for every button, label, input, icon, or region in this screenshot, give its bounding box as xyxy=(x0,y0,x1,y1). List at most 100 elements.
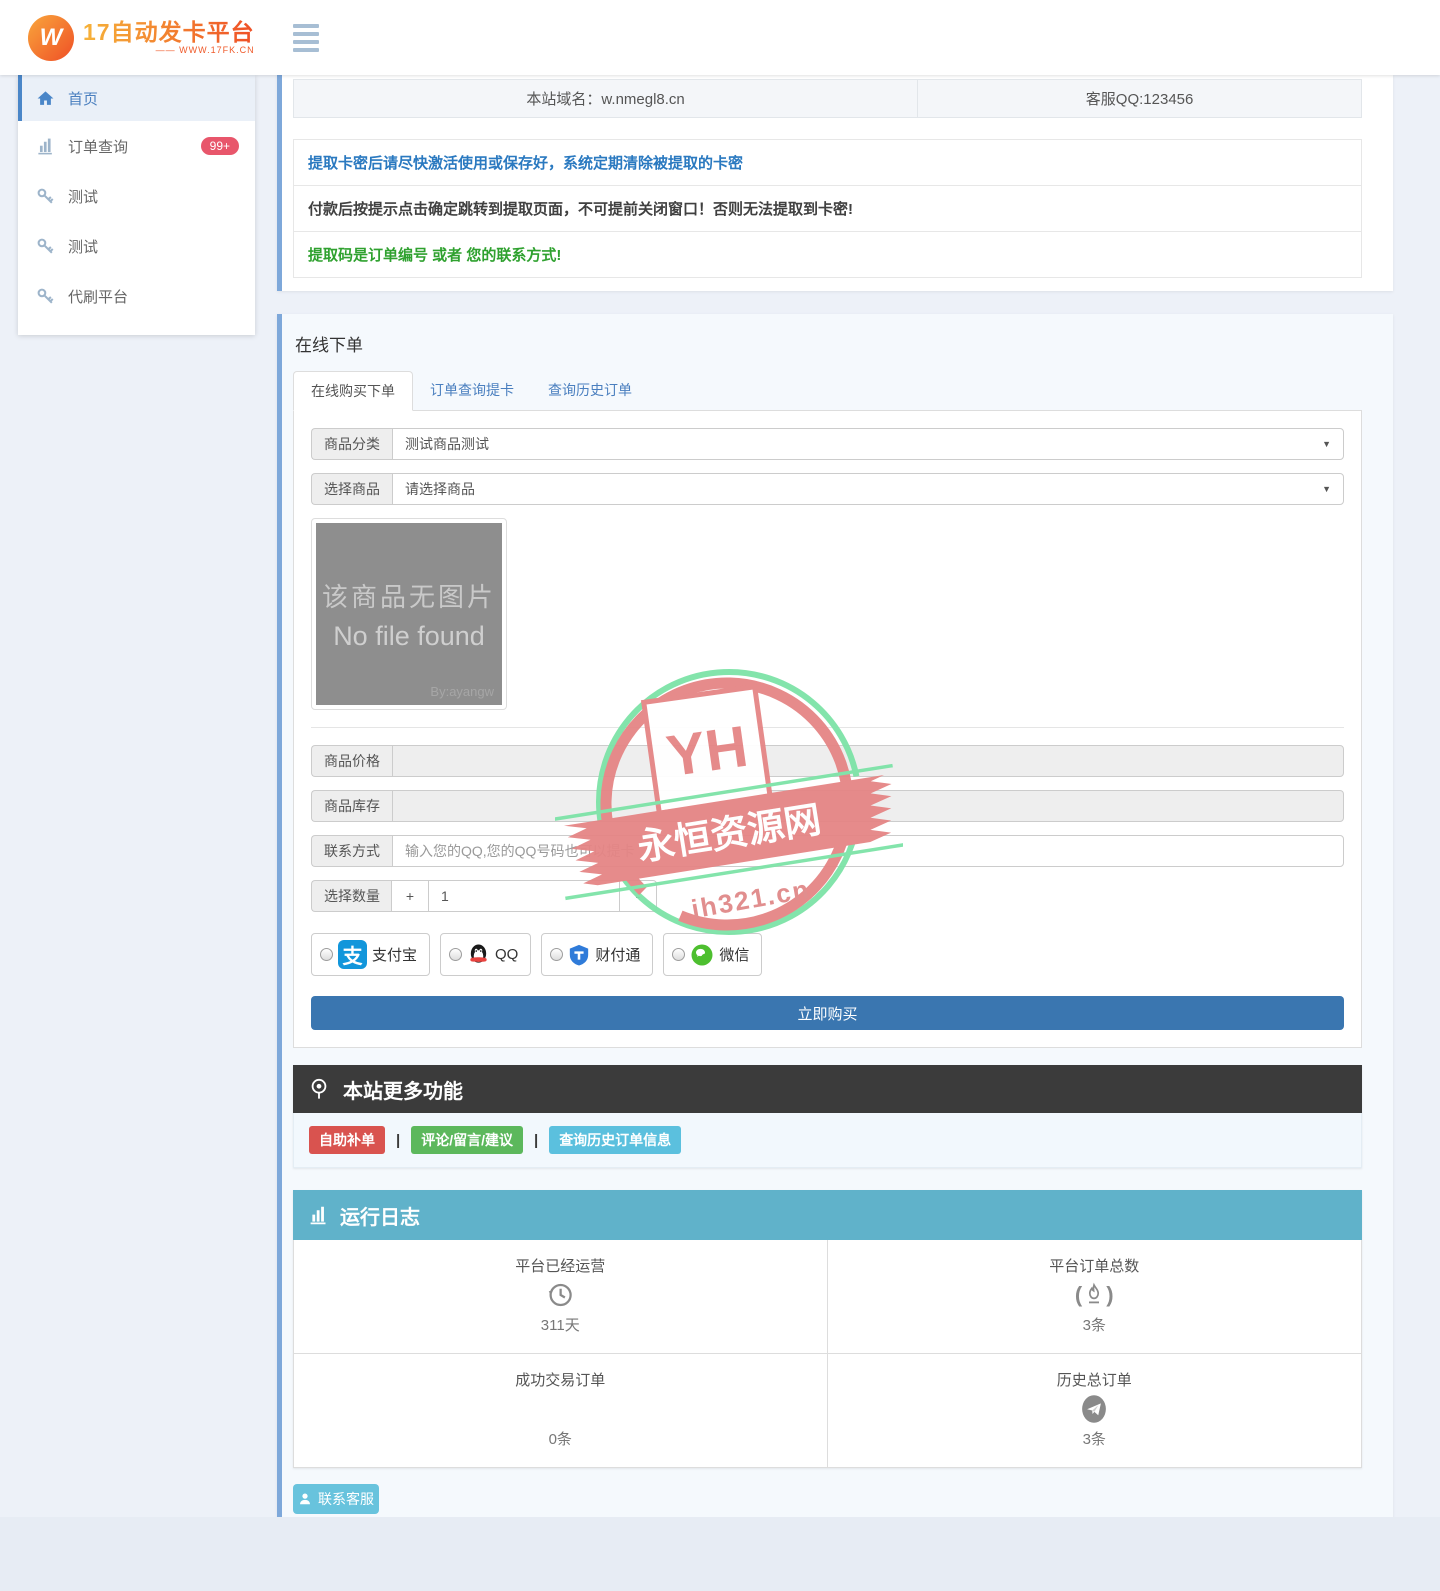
notice-box: 提取卡密后请尽快激活使用或保存好，系统定期清除被提取的卡密 付款后按提示点击确定… xyxy=(293,139,1362,278)
qq-icon xyxy=(467,943,490,966)
sidebar-item-test-2[interactable]: 测试 xyxy=(18,221,255,271)
section-title-order: 在线下单 xyxy=(295,331,1362,356)
notice-row: 提取卡密后请尽快激活使用或保存好，系统定期清除被提取的卡密 xyxy=(294,140,1361,185)
sidebar-item-daishua[interactable]: 代刷平台 xyxy=(18,271,255,321)
menu-toggle-icon[interactable] xyxy=(293,24,319,52)
logo-icon: W xyxy=(28,15,74,61)
product-image-frame: 该商品无图片 No file found By:ayangw xyxy=(311,518,507,710)
radio-button[interactable] xyxy=(550,948,563,961)
tab-buy-online[interactable]: 在线购买下单 xyxy=(293,371,413,411)
separator: | xyxy=(396,1132,400,1149)
payment-options: 支 支付宝 QQ xyxy=(311,933,1344,976)
paren-right: ) xyxy=(1106,1282,1113,1308)
category-group: 商品分类 测试商品测试 ▼ xyxy=(311,428,1344,460)
quantity-input[interactable] xyxy=(428,880,620,912)
key-icon xyxy=(36,287,55,306)
telegram-icon xyxy=(1079,1394,1109,1424)
logo-title: 17自动发卡平台 xyxy=(83,20,255,44)
quantity-minus-button[interactable]: - xyxy=(619,880,657,912)
stat-history-orders: 历史总订单 3条 xyxy=(828,1354,1362,1467)
price-label: 商品价格 xyxy=(311,745,392,777)
payment-label: 财付通 xyxy=(595,944,640,965)
payment-option-alipay[interactable]: 支 支付宝 xyxy=(311,933,430,976)
product-select[interactable]: 请选择商品 ▼ xyxy=(392,473,1344,505)
user-icon xyxy=(298,1492,312,1506)
contact-service-label: 联系客服 xyxy=(318,1489,374,1509)
site-logo: W 17自动发卡平台 —— WWW.17FK.CN xyxy=(28,15,255,61)
stat-label: 平台订单总数 xyxy=(828,1255,1362,1276)
quantity-plus-button[interactable]: + xyxy=(391,880,429,912)
buy-now-button[interactable]: 立即购买 xyxy=(311,996,1344,1030)
stat-value: 311天 xyxy=(294,1314,827,1335)
run-log-title: 运行日志 xyxy=(340,1201,420,1230)
quantity-label: 选择数量 xyxy=(311,880,392,912)
sidebar-item-label: 订单查询 xyxy=(68,136,128,157)
category-selected-value: 测试商品测试 xyxy=(405,434,489,454)
payment-label: 支付宝 xyxy=(372,944,417,965)
payment-label: QQ xyxy=(495,946,518,963)
stat-label: 平台已经运营 xyxy=(294,1255,827,1276)
logo-subtitle: —— WWW.17FK.CN xyxy=(83,45,255,55)
service-qq-cell: 客服QQ:123456 xyxy=(918,80,1361,117)
sidebar-item-label: 测试 xyxy=(68,186,98,207)
history-icon xyxy=(545,1280,575,1310)
key-icon xyxy=(36,237,55,256)
payment-option-wechat[interactable]: 微信 xyxy=(663,933,762,976)
order-tabs: 在线购买下单 订单查询提卡 查询历史订单 xyxy=(293,371,1362,411)
history-orders-button[interactable]: 查询历史订单信息 xyxy=(549,1126,681,1154)
sidebar-item-label: 代刷平台 xyxy=(68,286,128,307)
radio-button[interactable] xyxy=(320,948,333,961)
no-image-text-en: No file found xyxy=(333,621,485,652)
stats-table: 平台已经运营 311天 平台订单总数 xyxy=(293,1240,1362,1468)
separator: | xyxy=(534,1132,538,1149)
quantity-group: 选择数量 + - xyxy=(311,880,666,912)
radio-button[interactable] xyxy=(672,948,685,961)
stat-label: 成功交易订单 xyxy=(294,1369,827,1390)
chevron-down-icon: ▼ xyxy=(1322,439,1331,449)
sidebar-item-orders[interactable]: 订单查询 99+ xyxy=(18,121,255,171)
product-image-placeholder: 该商品无图片 No file found By:ayangw xyxy=(316,523,502,705)
order-form-panel: 商品分类 测试商品测试 ▼ 选择商品 请选择商品 ▼ 该商品无图片 No fil… xyxy=(293,411,1362,1048)
sidebar-item-test-1[interactable]: 测试 xyxy=(18,171,255,221)
more-functions-title: 本站更多功能 xyxy=(343,1075,463,1104)
map-pin-icon xyxy=(308,1078,330,1100)
payment-option-tenpay[interactable]: 财付通 xyxy=(541,933,653,976)
empty-icon-slot xyxy=(294,1392,827,1426)
sidebar: 首页 订单查询 99+ 测试 测试 代刷平台 xyxy=(18,75,255,335)
stat-days-running: 平台已经运营 311天 xyxy=(294,1240,828,1354)
contact-input[interactable] xyxy=(392,835,1344,867)
contact-service-button[interactable]: 联系客服 xyxy=(293,1484,379,1514)
order-wrapper: 在线下单 在线购买下单 订单查询提卡 查询历史订单 商品分类 测试商品测试 ▼ … xyxy=(277,314,1393,1591)
radio-button[interactable] xyxy=(449,948,462,961)
more-functions-header: 本站更多功能 xyxy=(293,1065,1362,1113)
orders-count-badge: 99+ xyxy=(201,137,239,155)
self-reorder-button[interactable]: 自助补单 xyxy=(309,1126,385,1154)
tab-query-card[interactable]: 订单查询提卡 xyxy=(413,371,531,410)
stat-total-orders: 平台订单总数 ( ) 3条 xyxy=(828,1240,1362,1354)
chevron-down-icon: ▼ xyxy=(1322,484,1331,494)
stat-value: 3条 xyxy=(828,1314,1362,1335)
payment-option-qq[interactable]: QQ xyxy=(440,933,531,976)
product-group: 选择商品 请选择商品 ▼ xyxy=(311,473,1344,505)
contact-label: 联系方式 xyxy=(311,835,392,867)
notice-row: 付款后按提示点击确定跳转到提取页面，不可提前关闭窗口！否则无法提取到卡密! xyxy=(294,185,1361,231)
wechat-icon xyxy=(690,943,714,967)
image-credit: By:ayangw xyxy=(430,684,494,699)
tab-history-orders[interactable]: 查询历史订单 xyxy=(531,371,649,410)
home-icon xyxy=(36,89,55,108)
announcement-panel: 本站域名：w.nmegl8.cn 客服QQ:123456 提取卡密后请尽快激活使… xyxy=(277,75,1393,291)
sidebar-item-home[interactable]: 首页 xyxy=(18,75,255,121)
no-image-text-cn: 该商品无图片 xyxy=(322,577,496,614)
comments-button[interactable]: 评论/留言/建议 xyxy=(411,1126,523,1154)
category-select[interactable]: 测试商品测试 ▼ xyxy=(392,428,1344,460)
bar-chart-icon xyxy=(308,1205,329,1226)
alipay-icon: 支 xyxy=(338,940,367,969)
key-icon xyxy=(36,187,55,206)
price-group: 商品价格 xyxy=(311,745,1344,777)
tenpay-icon xyxy=(568,944,590,966)
more-functions-body: 自助补单 | 评论/留言/建议 | 查询历史订单信息 xyxy=(293,1113,1362,1168)
price-field xyxy=(392,745,1344,777)
notice-row: 提取码是订单编号 或者 您的联系方式! xyxy=(294,231,1361,277)
category-label: 商品分类 xyxy=(311,428,392,460)
stat-value: 0条 xyxy=(294,1428,827,1449)
